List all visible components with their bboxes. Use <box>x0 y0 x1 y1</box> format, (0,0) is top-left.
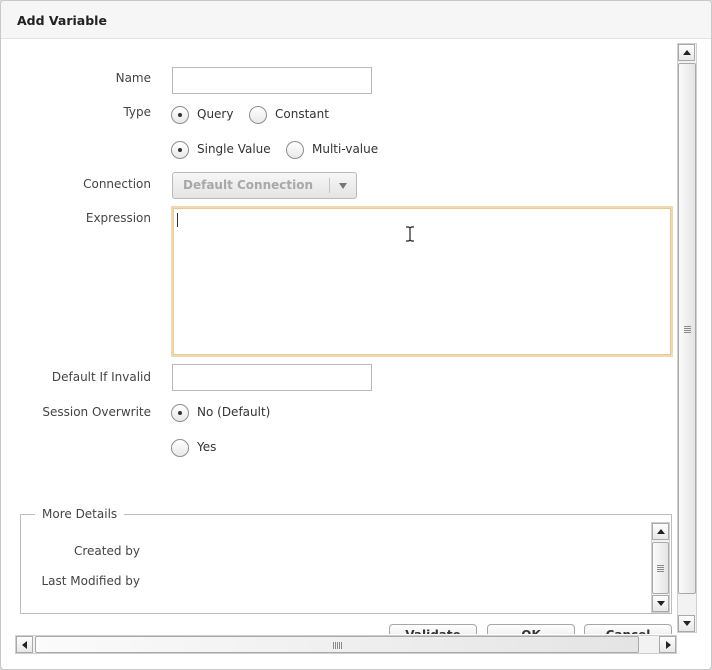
multi-value-radio[interactable] <box>286 141 304 159</box>
type-constant-label[interactable]: Constant <box>275 107 329 121</box>
multi-value-label[interactable]: Multi-value <box>312 142 378 156</box>
name-label: Name <box>115 71 151 85</box>
type-label: Type <box>123 105 151 119</box>
expression-label: Expression <box>85 211 151 225</box>
main-scroll-up-button[interactable] <box>678 44 695 61</box>
session-overwrite-no-radio[interactable] <box>171 404 189 422</box>
created-by-label: Created by <box>73 544 140 558</box>
dialog-title: Add Variable <box>17 13 107 28</box>
single-value-radio[interactable] <box>171 141 189 159</box>
dialog-title-bar[interactable]: Add Variable <box>1 1 711 39</box>
main-vertical-scrollbar[interactable] <box>677 43 697 633</box>
grip-icon <box>684 326 691 327</box>
arrow-down-icon <box>657 601 665 606</box>
main-scroll-down-button[interactable] <box>678 615 695 632</box>
arrow-right-icon <box>666 641 671 649</box>
single-value-label[interactable]: Single Value <box>197 142 271 156</box>
type-query-radio[interactable] <box>171 106 189 124</box>
more-details-panel: More Details Created by Last Modified by <box>20 507 672 614</box>
session-overwrite-yes-label[interactable]: Yes <box>197 440 216 454</box>
dropdown-separator <box>329 178 330 193</box>
default-if-invalid-label: Default If Invalid <box>51 370 151 384</box>
session-overwrite-yes-radio[interactable] <box>171 439 189 457</box>
main-scroll-thumb[interactable] <box>678 63 696 594</box>
add-variable-dialog: Add Variable Name Type Query Constant Si… <box>0 0 712 670</box>
expression-inner <box>173 208 671 355</box>
details-scroll-up-button[interactable] <box>652 523 669 540</box>
expression-textarea[interactable] <box>171 206 673 357</box>
connection-value: Default Connection <box>183 178 314 192</box>
arrow-left-icon <box>22 641 27 649</box>
i-beam-cursor-icon <box>406 226 414 242</box>
arrow-down-icon <box>683 621 691 626</box>
connection-dropdown[interactable]: Default Connection <box>172 172 357 199</box>
main-horizontal-thumb[interactable] <box>35 636 639 653</box>
default-if-invalid-input[interactable] <box>172 364 372 391</box>
more-details-legend: More Details <box>35 507 125 521</box>
validate-button[interactable]: Validate <box>389 624 477 634</box>
chevron-down-icon <box>339 183 347 189</box>
cancel-button[interactable]: Cancel <box>584 624 672 634</box>
session-overwrite-no-label[interactable]: No (Default) <box>197 405 270 419</box>
details-scroll-down-button[interactable] <box>652 595 669 612</box>
details-vertical-scrollbar[interactable] <box>651 522 670 613</box>
main-horizontal-scrollbar[interactable] <box>15 635 677 654</box>
last-modified-by-label: Last Modified by <box>41 574 140 588</box>
ok-button[interactable]: OK <box>487 624 575 634</box>
session-overwrite-label: Session Overwrite <box>42 405 151 419</box>
type-query-label[interactable]: Query <box>197 107 233 121</box>
text-caret <box>177 213 178 227</box>
type-constant-radio[interactable] <box>249 106 267 124</box>
details-scroll-thumb[interactable] <box>652 542 669 594</box>
main-scroll-right-button[interactable] <box>659 636 676 653</box>
arrow-up-icon <box>657 529 665 534</box>
button-bar: Validate OK Cancel <box>1 621 673 634</box>
grip-icon <box>657 565 664 566</box>
connection-label: Connection <box>83 177 151 191</box>
arrow-up-icon <box>683 50 691 55</box>
main-scroll-left-button[interactable] <box>16 636 33 653</box>
name-input[interactable] <box>172 67 372 94</box>
grip-icon <box>333 642 334 649</box>
